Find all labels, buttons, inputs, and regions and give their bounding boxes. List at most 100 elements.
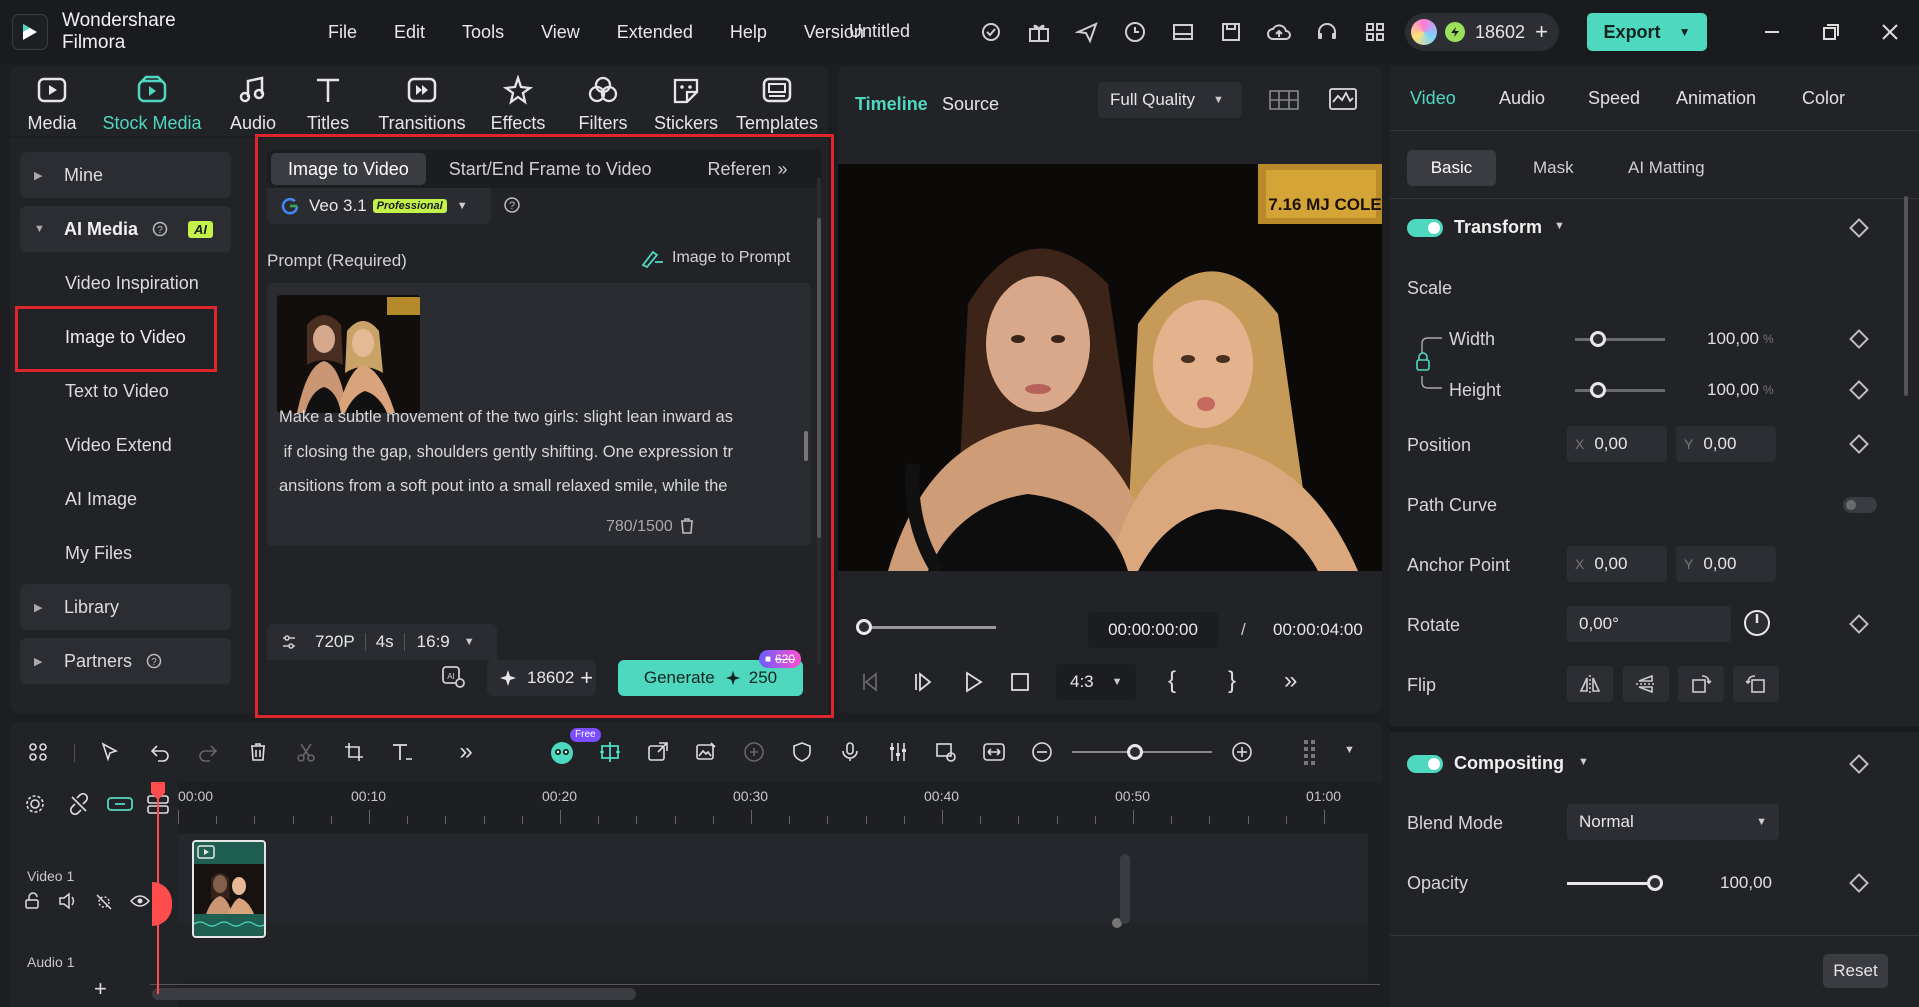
tool-audio[interactable]: Audio	[223, 66, 283, 136]
account-credits[interactable]: 18602 +	[1405, 13, 1559, 51]
position-y-field[interactable]: Y 0,00	[1676, 426, 1776, 462]
sidebar-item-mine[interactable]: ▶ Mine	[20, 152, 231, 198]
playback-scrubber[interactable]	[864, 626, 996, 629]
height-slider-handle[interactable]	[1590, 382, 1606, 398]
blend-mode-select[interactable]: Normal ▼	[1567, 804, 1779, 840]
tab-speed[interactable]: Speed	[1588, 88, 1640, 109]
export-frame-icon[interactable]	[644, 738, 672, 766]
link-lock-icon[interactable]	[1416, 330, 1450, 396]
keyframe-diamond-icon[interactable]	[1849, 329, 1869, 349]
cloud-upload-icon[interactable]	[1265, 18, 1293, 46]
tab-source[interactable]: Source	[942, 94, 999, 115]
undo-icon[interactable]	[146, 738, 174, 766]
time-ruler[interactable]: 00:00 00:10 00:20 00:30 00:40 00:50 01:00	[178, 782, 1382, 834]
keyframe-diamond-icon[interactable]	[1849, 754, 1869, 774]
path-curve-toggle[interactable]	[1843, 497, 1877, 513]
opacity-slider[interactable]	[1567, 882, 1657, 885]
more-controls-icon[interactable]: »	[1284, 667, 1297, 695]
position-x-field[interactable]: X 0,00	[1567, 426, 1667, 462]
audio-track-lane[interactable]	[178, 923, 1368, 983]
unlink-icon[interactable]	[68, 793, 90, 815]
caret-down-icon[interactable]: ▼	[1554, 220, 1565, 232]
tool-media[interactable]: Media	[22, 66, 82, 136]
mark-out-icon[interactable]: }	[1228, 667, 1236, 695]
tool-effects[interactable]: Effects	[483, 66, 553, 136]
sync-icon[interactable]	[1121, 18, 1149, 46]
check-circle-icon[interactable]	[977, 18, 1005, 46]
anchor-x-field[interactable]: X 0,00	[1567, 546, 1667, 582]
height-slider[interactable]	[1575, 389, 1665, 392]
menu-edit[interactable]: Edit	[394, 22, 425, 43]
ai-settings-icon[interactable]: AI	[440, 664, 468, 690]
send-icon[interactable]	[1073, 18, 1101, 46]
add-credits-icon[interactable]: +	[580, 665, 593, 691]
quality-select[interactable]: Full Quality ▼	[1098, 82, 1242, 118]
prompt-box[interactable]: Make a subtle movement of the two girls:…	[267, 283, 811, 546]
sidebar-item-library[interactable]: ▶ Library	[20, 584, 231, 630]
save-icon[interactable]	[1217, 18, 1245, 46]
tab-start-end-frame[interactable]: Start/End Frame to Video	[449, 159, 652, 180]
sidebar-item-image-to-video[interactable]: Image to Video	[20, 314, 231, 360]
shield-icon[interactable]	[788, 738, 816, 766]
ai-cut-icon[interactable]	[596, 738, 624, 766]
help-circle-icon[interactable]: ?	[503, 196, 521, 214]
microphone-icon[interactable]	[836, 738, 864, 766]
caret-down-icon[interactable]: ▼	[1578, 756, 1589, 768]
rotate-field[interactable]: 0,00°	[1567, 606, 1731, 642]
menu-help[interactable]: Help	[730, 22, 767, 43]
redo-icon[interactable]	[194, 738, 222, 766]
headset-icon[interactable]	[1313, 18, 1341, 46]
tool-transitions[interactable]: Transitions	[377, 66, 467, 136]
keyframe-diamond-icon[interactable]	[1849, 614, 1869, 634]
tab-reference[interactable]: Referen	[708, 159, 770, 180]
width-slider-handle[interactable]	[1590, 331, 1606, 347]
zoom-out-icon[interactable]	[1028, 738, 1056, 766]
layout-grid-icon[interactable]	[24, 738, 52, 766]
zoom-slider-handle[interactable]	[1127, 744, 1143, 760]
scrubber-handle[interactable]	[856, 619, 872, 635]
video-clip[interactable]	[192, 840, 266, 938]
double-chevron-right-icon[interactable]: »	[778, 159, 788, 180]
zoom-in-icon[interactable]	[1228, 738, 1256, 766]
timeline-settings-icon[interactable]	[24, 793, 46, 815]
menu-tools[interactable]: Tools	[462, 22, 504, 43]
crop-icon[interactable]	[340, 738, 368, 766]
restore-icon[interactable]	[1817, 18, 1845, 46]
image-edit-icon[interactable]	[692, 738, 720, 766]
vertical-scrollbar[interactable]	[1120, 854, 1130, 924]
stop-icon[interactable]	[1010, 672, 1030, 692]
flip-horizontal-icon[interactable]	[1567, 666, 1613, 702]
sidebar-item-text-to-video[interactable]: Text to Video	[20, 368, 231, 414]
split-scissors-icon[interactable]	[292, 738, 320, 766]
apps-grid-icon[interactable]	[1361, 18, 1389, 46]
video-track-lane[interactable]	[178, 834, 1368, 923]
step-forward-icon[interactable]	[912, 671, 934, 693]
props-scrollbar[interactable]	[1904, 196, 1908, 396]
subtab-mask[interactable]: Mask	[1533, 158, 1574, 178]
tab-image-to-video[interactable]: Image to Video	[271, 153, 426, 185]
tab-color[interactable]: Color	[1802, 88, 1845, 109]
reset-button[interactable]: Reset	[1823, 954, 1888, 988]
play-icon[interactable]	[962, 671, 984, 693]
sidebar-item-video-extend[interactable]: Video Extend	[20, 422, 231, 468]
tab-audio[interactable]: Audio	[1499, 88, 1545, 109]
audio-mixer-icon[interactable]	[884, 738, 912, 766]
ai-mascot-icon[interactable]	[548, 738, 576, 766]
more-tools-icon[interactable]: »	[452, 738, 480, 766]
text-tool-icon[interactable]	[388, 738, 416, 766]
mark-in-icon[interactable]: {	[1168, 667, 1176, 695]
subtab-basic[interactable]: Basic	[1407, 150, 1496, 186]
sidebar-item-my-files[interactable]: My Files	[20, 530, 231, 576]
gift-icon[interactable]	[1025, 18, 1053, 46]
tab-animation[interactable]: Animation	[1676, 88, 1756, 109]
sidebar-item-video-inspiration[interactable]: Video Inspiration	[20, 260, 231, 306]
tool-filters[interactable]: Filters	[573, 66, 633, 136]
help-circle-icon[interactable]: ?	[152, 221, 168, 237]
tab-timeline[interactable]: Timeline	[855, 94, 928, 115]
speaker-icon[interactable]	[58, 892, 78, 910]
track-options-icon[interactable]	[1298, 738, 1326, 766]
transform-toggle[interactable]	[1407, 219, 1443, 237]
reference-image-thumbnail[interactable]	[277, 295, 420, 413]
menu-view[interactable]: View	[541, 22, 580, 43]
keyframe-diamond-icon[interactable]	[1849, 380, 1869, 400]
